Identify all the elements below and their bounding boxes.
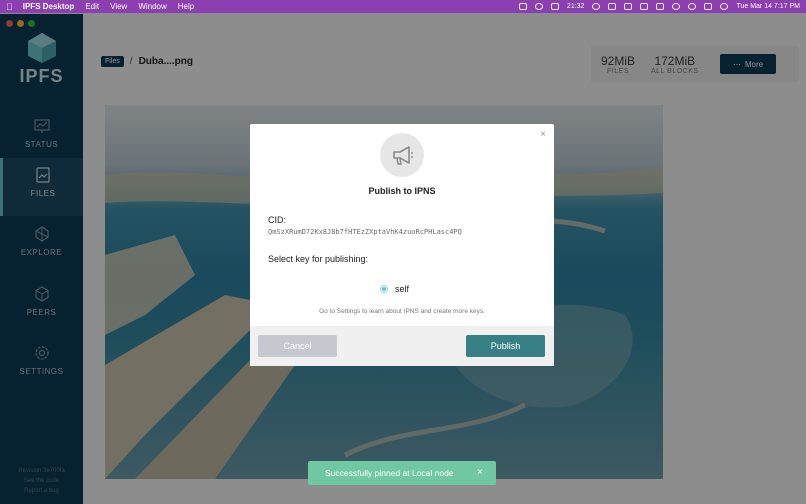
toast-message: Successfully pinned at Local node (325, 468, 454, 478)
apple-icon[interactable]:  (6, 2, 13, 12)
publish-button[interactable]: Publish (466, 335, 545, 357)
menu-window[interactable]: Window (138, 2, 166, 11)
key-self-radio[interactable] (380, 285, 388, 293)
menu-clock[interactable]: Tue Mar 14 7:17 PM (736, 3, 800, 10)
status-area: 21:32 Tue Mar 14 7:17 PM (518, 3, 800, 10)
cpu-temp-status[interactable]: 21:32 (567, 3, 585, 10)
modal-footer: Cancel Publish (250, 326, 554, 366)
menu-edit[interactable]: Edit (85, 2, 99, 11)
menu-view[interactable]: View (110, 2, 127, 11)
key-select-label: Select key for publishing: (268, 254, 369, 264)
play-icon[interactable] (592, 3, 601, 10)
publish-ipns-modal: × Publish to IPNS CID: QmSzXRumD72Kx8J8b… (250, 124, 554, 366)
key-option-self[interactable]: self (380, 284, 409, 294)
wifi-icon[interactable] (672, 3, 681, 10)
menu-help[interactable]: Help (178, 2, 194, 11)
megaphone-icon-container (380, 133, 424, 177)
bluetooth-icon[interactable] (608, 3, 617, 10)
menu-app-name[interactable]: IPFS Desktop (23, 2, 75, 11)
cancel-button[interactable]: Cancel (258, 335, 337, 357)
volume-icon[interactable] (640, 3, 649, 10)
modal-hint: Go to Settings to learn about IPNS and c… (319, 308, 485, 315)
cid-label: CID: (268, 215, 286, 225)
cid-value: QmSzXRumD72Kx8J8b7fHTEzZXptaVhK4zuoRcPHL… (268, 228, 462, 236)
control-center-icon[interactable] (704, 3, 713, 10)
menu-bar:  IPFS Desktop Edit View Window Help 21:… (0, 0, 806, 13)
success-toast: Successfully pinned at Local node × (308, 461, 496, 485)
megaphone-icon (393, 146, 413, 165)
spotlight-icon[interactable] (688, 3, 697, 10)
key-self-label[interactable]: self (395, 284, 409, 294)
time-machine-icon[interactable] (534, 3, 543, 10)
modal-title: Publish to IPNS (368, 186, 436, 196)
ipfs-tray-icon[interactable] (518, 3, 527, 10)
display-icon[interactable] (550, 3, 559, 10)
battery-icon[interactable] (656, 3, 665, 10)
modal-close-button[interactable]: × (540, 129, 546, 140)
keyboard-icon[interactable] (624, 3, 633, 10)
toast-close-button[interactable]: × (477, 467, 483, 478)
siri-icon[interactable] (720, 3, 729, 10)
